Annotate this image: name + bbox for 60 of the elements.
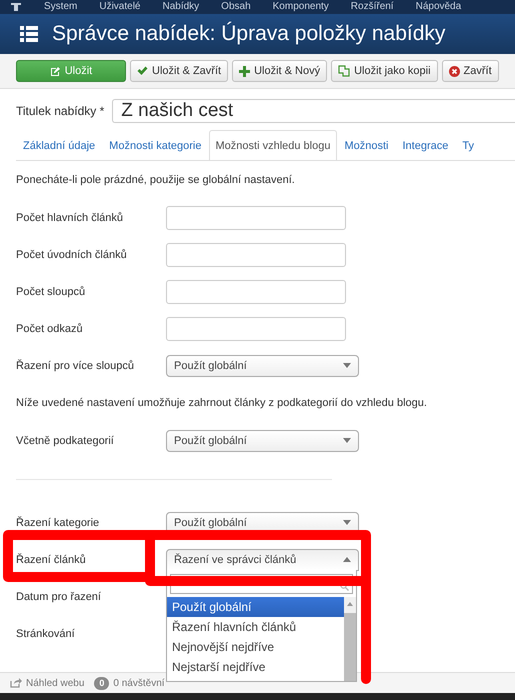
page-title: Správce nabídek: Úprava položky nabídky — [52, 22, 446, 46]
menu-item[interactable]: Nápověda — [416, 0, 462, 14]
scrollbar[interactable] — [344, 597, 356, 681]
field-label: Stránkování — [16, 628, 76, 640]
menu-item[interactable]: Uživatelé — [99, 0, 140, 14]
menu-item[interactable]: System — [44, 0, 78, 14]
field-label: Počet sloupců — [16, 286, 86, 298]
check-icon — [137, 66, 148, 76]
tab[interactable]: Možnosti vzhledu blogu — [208, 130, 338, 160]
field-label: Datum pro řazení — [16, 590, 102, 602]
caret-icon — [343, 557, 351, 562]
field-label: Počet odkazů — [16, 322, 84, 334]
tab[interactable]: Integrace — [396, 130, 456, 160]
toolbar-button[interactable]: Uložit jako kopii — [331, 60, 438, 82]
tab[interactable]: Možnosti — [337, 130, 396, 160]
preview-link[interactable]: Náhled webu — [26, 678, 84, 688]
dropdown-option[interactable]: Nejstarší nejdříve — [167, 657, 344, 677]
field-label: Titulek nabídky * — [16, 104, 104, 118]
title-field[interactable]: Z našich cest — [112, 99, 515, 123]
field-label: Řazení pro více sloupců — [16, 360, 136, 372]
tab[interactable]: Základní údaje — [16, 130, 102, 160]
toolbar-button[interactable]: Uložit & Nový — [232, 60, 328, 82]
logo-icon[interactable] — [10, 2, 22, 12]
menu-item[interactable]: Rozšíření — [350, 0, 394, 14]
hint-text: Ponecháte-li pole prázdné, použije se globální nastavení. — [16, 173, 296, 188]
caret-icon — [343, 520, 351, 525]
input-field[interactable] — [166, 206, 346, 230]
count-badge: 0 — [94, 676, 110, 690]
tab[interactable]: Ty — [455, 130, 481, 160]
copy-icon — [338, 65, 350, 77]
input-field[interactable] — [166, 242, 346, 266]
plus-icon — [239, 66, 250, 76]
field-label: Počet hlavních článků — [16, 212, 124, 224]
dropdown-option[interactable]: Nejnovější nejdříve — [167, 637, 344, 657]
hint-text: Níže uvedené nastavení umožňuje zahrnout články z podkategorií do vzhledu blogu. — [16, 396, 428, 411]
dropdown-option[interactable]: Řazení hlavních článků — [167, 617, 344, 637]
toolbar-button[interactable]: Uložit & Zavřít — [130, 60, 228, 82]
edit-icon — [50, 66, 61, 76]
field-label: Počet úvodních článků — [16, 248, 128, 260]
select-field[interactable]: Řazení ve správci článků — [166, 548, 359, 570]
select-field[interactable]: Použít globální — [166, 430, 359, 452]
close-icon — [448, 66, 460, 76]
input-field[interactable] — [166, 316, 346, 340]
menu-item[interactable]: Komponenty — [272, 0, 329, 14]
field-label: Řazení kategorie — [16, 516, 100, 528]
menu-item[interactable]: Obsah — [221, 0, 251, 14]
dropdown-option[interactable]: Použít globální — [167, 597, 344, 617]
visitors-text: 0 návštěvní — [113, 678, 165, 688]
list-icon — [20, 26, 38, 42]
menu-item[interactable]: Nabídky — [162, 0, 200, 14]
caret-icon — [343, 438, 351, 443]
toolbar-button[interactable]: Zavřít — [442, 60, 499, 82]
external-link-icon — [10, 678, 22, 688]
caret-icon — [343, 363, 351, 368]
search-field[interactable] — [170, 574, 353, 594]
field-label: Řazení článků — [16, 554, 87, 566]
input-field[interactable] — [166, 280, 346, 304]
select-field[interactable]: Použít globální — [166, 354, 359, 376]
tab[interactable]: Možnosti kategorie — [102, 130, 208, 160]
field-label: Včetně podkategorií — [16, 434, 115, 446]
